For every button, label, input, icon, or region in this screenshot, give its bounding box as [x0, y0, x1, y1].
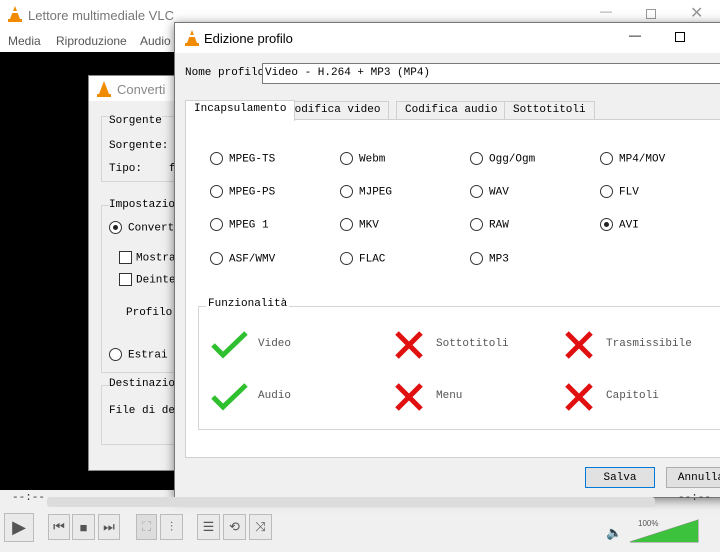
save-button[interactable]: Salva: [585, 467, 655, 488]
convert-radio[interactable]: Converti: [109, 221, 181, 234]
container-radio[interactable]: FLAC: [340, 252, 385, 265]
playlist-button[interactable]: ☰: [197, 514, 220, 540]
cross-icon: [565, 383, 593, 411]
vlc-cone-icon: [185, 30, 199, 46]
cross-icon: [395, 383, 423, 411]
cross-icon: [395, 331, 423, 359]
tab-audio-codec[interactable]: Codifica audio: [396, 101, 507, 120]
check-icon: [211, 331, 248, 359]
feature-label: Audio: [258, 390, 292, 402]
profile-label: Profilo: [126, 307, 173, 319]
container-radio[interactable]: FLV: [600, 185, 639, 198]
container-radio[interactable]: MPEG-TS: [210, 152, 275, 165]
container-radio[interactable]: Webm: [340, 152, 385, 165]
close-button[interactable]: ✕: [690, 3, 703, 23]
profile-title-bar: Edizione profilo —: [175, 23, 720, 53]
vlc-cone-icon: [8, 6, 22, 22]
stop-button[interactable]: ■: [72, 514, 95, 540]
tab-subtitles[interactable]: Sottotitoli: [504, 101, 595, 120]
play-button[interactable]: ▶: [4, 513, 34, 542]
container-radio[interactable]: RAW: [470, 218, 509, 231]
fullscreen-button[interactable]: ⛶: [136, 514, 157, 540]
type-label: Tipo:: [109, 163, 143, 175]
source-label: Sorgente:: [109, 140, 169, 152]
dest-file-label: File di des: [109, 405, 182, 417]
menu-playback[interactable]: Riproduzione: [56, 34, 127, 48]
main-title: Lettore multimediale VLC: [28, 8, 174, 23]
time-elapsed: --:--: [12, 492, 46, 504]
container-radio[interactable]: MJPEG: [340, 185, 392, 198]
profile-title: Edizione profilo: [204, 31, 293, 46]
tab-video-codec[interactable]: Codifica video: [279, 101, 390, 120]
encapsulation-pane: MPEG-TS Webm Ogg/Ogm MP4/MOV MPEG-PS MJPEG WAV…: [185, 119, 720, 458]
extract-radio[interactable]: Estrai i: [109, 348, 181, 361]
minimize-button[interactable]: —: [600, 4, 612, 18]
destination-group-label: Destinazion: [109, 378, 182, 390]
volume-icon[interactable]: 🔈: [606, 525, 622, 541]
cross-icon: [565, 331, 593, 359]
container-radio[interactable]: WAV: [470, 185, 509, 198]
random-button[interactable]: ⤨: [249, 514, 272, 540]
feature-label: Video: [258, 338, 292, 350]
time-total: --:--: [678, 492, 712, 504]
convert-dialog: Converti Sorgente Sorgente: Tipo: f Impo…: [88, 75, 201, 471]
container-radio[interactable]: MP3: [470, 252, 509, 265]
previous-button[interactable]: ⏮: [48, 514, 70, 540]
container-radio[interactable]: ASF/WMV: [210, 252, 275, 265]
cancel-button[interactable]: Annulla: [666, 467, 720, 488]
show-output-checkbox[interactable]: Mostra: [119, 251, 176, 264]
seek-bar[interactable]: [47, 497, 655, 507]
container-radio[interactable]: MP4/MOV: [600, 152, 665, 165]
check-icon: [211, 383, 248, 411]
maximize-button[interactable]: [675, 32, 685, 42]
settings-group-label: Impostazion: [109, 199, 182, 211]
extended-settings-button[interactable]: ⫶: [160, 514, 183, 540]
features-group: [198, 306, 720, 430]
container-radio[interactable]: MKV: [340, 218, 379, 231]
profile-dialog: Edizione profilo — Nome profilo Video - …: [174, 22, 720, 498]
minimize-button[interactable]: —: [629, 28, 641, 42]
container-radio[interactable]: AVI: [600, 218, 639, 231]
container-radio[interactable]: MPEG-PS: [210, 185, 275, 198]
tab-encapsulation[interactable]: Incapsulamento: [185, 100, 296, 121]
convert-title-bar: Converti: [89, 76, 187, 101]
loop-button[interactable]: ⟲: [223, 514, 246, 540]
convert-title: Converti: [117, 82, 166, 97]
profile-name-input[interactable]: Video - H.264 + MP3 (MP4): [262, 63, 720, 84]
source-group-label: Sorgente: [109, 115, 162, 127]
features-group-label: Funzionalità: [206, 298, 290, 310]
feature-label: Menu: [436, 390, 463, 402]
maximize-button[interactable]: [646, 9, 656, 19]
next-button[interactable]: ⏭: [98, 514, 120, 540]
container-radio[interactable]: MPEG 1: [210, 218, 269, 231]
vlc-cone-icon: [97, 81, 111, 97]
menu-audio[interactable]: Audio: [140, 34, 171, 48]
volume-level: 100%: [638, 519, 659, 528]
menu-media[interactable]: Media: [8, 34, 41, 48]
feature-label: Capitoli: [606, 390, 659, 402]
feature-label: Trasmissibile: [606, 338, 692, 350]
deinterlace-checkbox[interactable]: Deinter: [119, 273, 182, 286]
container-radio[interactable]: Ogg/Ogm: [470, 152, 535, 165]
feature-label: Sottotitoli: [436, 338, 509, 350]
profile-name-label: Nome profilo: [185, 67, 265, 79]
